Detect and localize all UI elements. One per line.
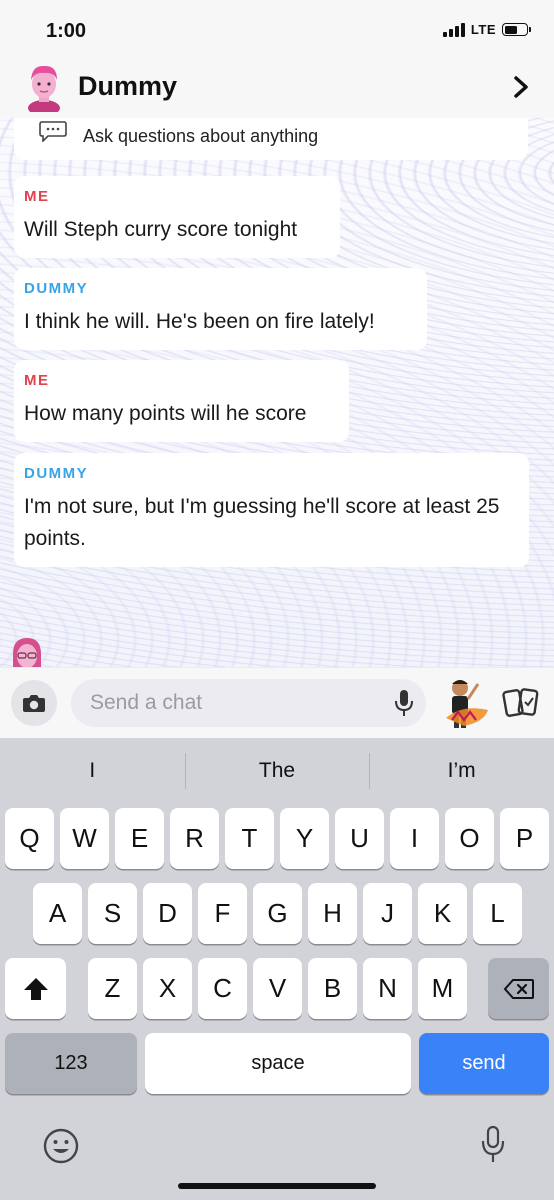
key-x[interactable]: X [143, 958, 192, 1019]
key-n[interactable]: N [363, 958, 412, 1019]
key-b[interactable]: B [308, 958, 357, 1019]
battery-icon [502, 23, 531, 36]
key-z[interactable]: Z [88, 958, 137, 1019]
message-sender: ME [24, 188, 50, 205]
avatar-icon[interactable] [24, 62, 64, 112]
key-a[interactable]: A [33, 883, 82, 944]
key-q[interactable]: Q [5, 808, 54, 869]
cards-icon[interactable] [502, 686, 540, 720]
chat-bubble-icon [39, 121, 67, 142]
key-d[interactable]: D [143, 883, 192, 944]
suggestion-item[interactable]: I [0, 759, 185, 783]
key-s[interactable]: S [88, 883, 137, 944]
send-key[interactable]: send [419, 1033, 549, 1094]
message-text: I'm not sure, but I'm guessing he'll sco… [24, 495, 500, 550]
key-u[interactable]: U [335, 808, 384, 869]
backspace-key[interactable] [488, 958, 549, 1019]
key-h[interactable]: H [308, 883, 357, 944]
shift-icon [23, 977, 48, 1000]
camera-button[interactable] [11, 680, 57, 726]
microphone-icon[interactable] [394, 688, 414, 718]
key-t[interactable]: T [225, 808, 274, 869]
message-bubble[interactable]: ME How many points will he score [14, 360, 349, 442]
suggestion-bar: I The I’m [0, 738, 554, 804]
shift-key[interactable] [5, 958, 66, 1019]
key-l[interactable]: L [473, 883, 522, 944]
key-g[interactable]: G [253, 883, 302, 944]
message-sender: DUMMY [24, 465, 89, 482]
chat-header: Dummy [0, 62, 554, 118]
network-label: LTE [470, 22, 496, 37]
key-j[interactable]: J [363, 883, 412, 944]
space-key[interactable]: space [145, 1033, 411, 1094]
suggestion-item[interactable]: I’m [369, 753, 554, 789]
message-sender: ME [24, 372, 50, 389]
emoji-icon[interactable] [42, 1127, 80, 1165]
dictation-microphone-icon[interactable] [480, 1124, 506, 1166]
key-i[interactable]: I [390, 808, 439, 869]
chevron-right-icon[interactable] [510, 74, 532, 100]
camera-icon [23, 695, 45, 712]
keyboard: I The I’m Q W E R T Y U I O P A S D F G … [0, 738, 554, 1200]
numbers-key[interactable]: 123 [5, 1033, 137, 1094]
signal-icon [442, 22, 465, 37]
status-bar: 1:00 LTE [0, 0, 554, 62]
message-bubble[interactable]: DUMMY I'm not sure, but I'm guessing he'… [14, 453, 529, 567]
message-bubble[interactable]: DUMMY I think he will. He's been on fire… [14, 268, 427, 350]
key-c[interactable]: C [198, 958, 247, 1019]
key-o[interactable]: O [445, 808, 494, 869]
message-bubble[interactable]: ME Will Steph curry score tonight [14, 176, 340, 258]
intro-card: Ask questions about anything [14, 118, 528, 160]
key-f[interactable]: F [198, 883, 247, 944]
message-text: I think he will. He's been on fire latel… [24, 310, 375, 333]
message-text: How many points will he score [24, 402, 307, 425]
suggestion-item[interactable]: The [184, 753, 370, 789]
chat-input[interactable] [71, 679, 426, 727]
home-indicator[interactable] [178, 1183, 376, 1189]
key-k[interactable]: K [418, 883, 467, 944]
key-v[interactable]: V [253, 958, 302, 1019]
key-e[interactable]: E [115, 808, 164, 869]
chat-title[interactable]: Dummy [78, 71, 177, 102]
status-time: 1:00 [46, 20, 87, 42]
key-r[interactable]: R [170, 808, 219, 869]
key-p[interactable]: P [500, 808, 549, 869]
key-y[interactable]: Y [280, 808, 329, 869]
key-w[interactable]: W [60, 808, 109, 869]
typing-avatar-icon [13, 638, 41, 667]
status-indicators: LTE [442, 22, 531, 37]
key-m[interactable]: M [418, 958, 467, 1019]
chat-area[interactable]: Ask questions about anything ME Will Ste… [0, 118, 554, 667]
backspace-icon [503, 978, 534, 999]
chat-input-bar [0, 667, 554, 738]
message-text: Will Steph curry score tonight [24, 218, 298, 241]
intro-text: Ask questions about anything [83, 126, 319, 146]
bitmoji-sticker-icon[interactable] [440, 674, 492, 732]
message-sender: DUMMY [24, 280, 89, 297]
